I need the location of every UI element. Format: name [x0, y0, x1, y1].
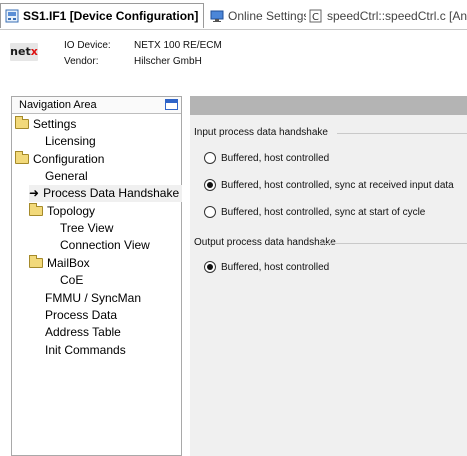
window-toggle-icon[interactable] — [165, 99, 178, 110]
nav-item-mailbox[interactable]: MailBox — [29, 255, 90, 272]
nav-item-label: Process Data — [45, 308, 118, 322]
c-file-icon: C — [309, 9, 323, 23]
netx-logo-icon: netx — [10, 43, 38, 61]
navigation-area-header: Navigation Area — [12, 97, 181, 114]
vendor-row: Vendor: Hilscher GmbH — [64, 56, 202, 67]
nav-item-licensing[interactable]: Licensing — [45, 133, 96, 150]
nav-item-label: CoE — [60, 273, 84, 287]
output-option-buffered[interactable]: Buffered, host controlled — [204, 261, 329, 273]
io-device-row: IO Device: NETX 100 RE/ECM — [64, 40, 222, 51]
tab-label: Online Settings — [228, 8, 306, 23]
radio-label: Buffered, host controlled, sync at recei… — [221, 179, 454, 191]
nav-item-label: Address Table — [45, 325, 121, 339]
nav-item-label: Licensing — [45, 134, 96, 148]
navigation-area-title: Navigation Area — [19, 99, 97, 111]
radio-label: Buffered, host controlled — [221, 261, 330, 273]
nav-item-coe[interactable]: CoE — [60, 272, 83, 289]
monitor-icon — [210, 9, 224, 23]
folder-open-icon — [15, 151, 29, 164]
svg-text:C: C — [312, 12, 319, 23]
nav-item-configuration[interactable]: Configuration — [15, 151, 104, 168]
input-option-sync-received[interactable]: Buffered, host controlled, sync at recei… — [204, 179, 454, 191]
vendor-label: Vendor: — [64, 56, 99, 67]
nav-item-label: Settings — [33, 117, 77, 131]
navigation-area: Navigation Area Settings Licensing Confi… — [11, 96, 183, 456]
nav-item-label: MailBox — [47, 256, 90, 270]
nav-item-label: Init Commands — [45, 343, 126, 357]
radio-button[interactable] — [204, 206, 216, 218]
nav-item-connection-view[interactable]: Connection View — [60, 237, 150, 254]
radio-button[interactable] — [204, 152, 216, 164]
process-data-handshake-panel: Input process data handshake Buffered, h… — [190, 96, 467, 456]
tab-strip: SS1.IF1 [Device Configuration] × Online … — [0, 0, 467, 30]
nav-item-settings[interactable]: Settings — [15, 116, 76, 133]
device-config-icon — [5, 9, 19, 23]
vendor-value: Hilscher GmbH — [134, 56, 202, 67]
nav-item-label: Configuration — [33, 152, 105, 166]
output-handshake-title: Output process data handshake — [194, 237, 336, 248]
nav-item-fmmu-syncman[interactable]: FMMU / SyncMan — [45, 290, 141, 307]
nav-item-init-commands[interactable]: Init Commands — [45, 342, 126, 359]
io-device-value: NETX 100 RE/ECM — [134, 40, 222, 51]
radio-button-checked[interactable] — [204, 261, 216, 273]
nav-item-label: Topology — [47, 204, 96, 218]
group-divider — [337, 133, 467, 134]
radio-label: Buffered, host controlled, sync at start… — [221, 206, 426, 218]
nav-item-label: FMMU / SyncMan — [45, 291, 142, 305]
tab-label: SS1.IF1 [Device Configuration] — [23, 9, 199, 23]
folder-open-icon — [29, 203, 43, 216]
nav-item-process-data[interactable]: Process Data — [45, 307, 117, 324]
radio-label: Buffered, host controlled — [221, 152, 330, 164]
nav-item-address-table[interactable]: Address Table — [45, 324, 121, 341]
tab-speedctrl-source[interactable]: C speedCtrl::speedCtrl.c [Ansi C] — [306, 3, 467, 28]
folder-open-icon — [29, 255, 43, 268]
nav-item-topology[interactable]: Topology — [29, 203, 95, 220]
tab-online-settings[interactable]: Online Settings — [206, 3, 306, 28]
tab-label: speedCtrl::speedCtrl.c [Ansi C] — [327, 8, 467, 23]
selected-arrow-icon: ➜ — [29, 186, 40, 200]
nav-item-general[interactable]: General — [45, 168, 88, 185]
nav-item-label: Connection View — [60, 238, 150, 252]
output-handshake-group: Output process data handshake — [194, 237, 467, 251]
device-header: netx IO Device: NETX 100 RE/ECM Vendor: Hi… — [0, 31, 467, 91]
folder-open-icon — [15, 116, 29, 129]
input-option-buffered[interactable]: Buffered, host controlled — [204, 152, 329, 164]
input-handshake-group: Input process data handshake — [194, 127, 467, 141]
input-handshake-title: Input process data handshake — [194, 127, 328, 138]
nav-item-label: General — [45, 169, 88, 183]
nav-item-process-data-handshake[interactable]: ➜ Process Data Handshake — [29, 185, 183, 202]
radio-button-checked[interactable] — [204, 179, 216, 191]
panel-title-bar — [190, 96, 467, 115]
nav-item-label: Process Data Handshake — [43, 186, 180, 200]
nav-item-label: Tree View — [60, 221, 114, 235]
input-option-sync-start-cycle[interactable]: Buffered, host controlled, sync at start… — [204, 206, 425, 218]
tab-device-configuration[interactable]: SS1.IF1 [Device Configuration] × — [0, 3, 204, 28]
io-device-label: IO Device: — [64, 40, 111, 51]
nav-item-tree-view[interactable]: Tree View — [60, 220, 113, 237]
group-divider — [319, 243, 467, 244]
